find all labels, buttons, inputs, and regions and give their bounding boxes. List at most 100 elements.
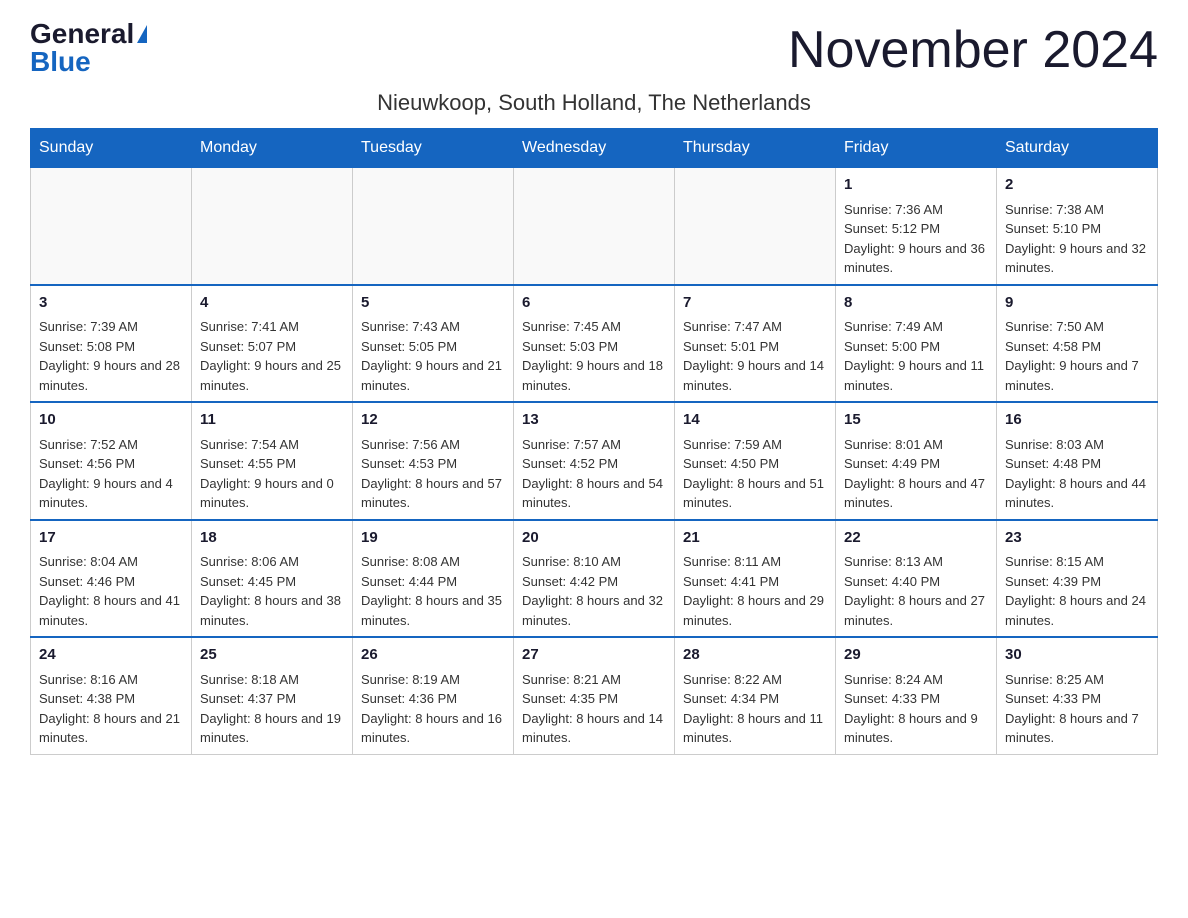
calendar-week-row: 3Sunrise: 7:39 AMSunset: 5:08 PMDaylight… (31, 285, 1158, 403)
daylight-text: Daylight: 9 hours and 14 minutes. (683, 358, 824, 393)
day-number: 14 (683, 409, 827, 432)
daylight-text: Daylight: 9 hours and 11 minutes. (844, 358, 984, 393)
sunrise-text: Sunrise: 8:24 AM (844, 672, 943, 687)
header-friday: Friday (836, 129, 997, 168)
daylight-text: Daylight: 8 hours and 38 minutes. (200, 593, 341, 628)
sunset-text: Sunset: 4:42 PM (522, 574, 618, 589)
sunrise-text: Sunrise: 8:10 AM (522, 554, 621, 569)
logo-blue: Blue (30, 48, 91, 76)
day-number: 27 (522, 644, 666, 667)
daylight-text: Daylight: 8 hours and 57 minutes. (361, 476, 502, 511)
sunset-text: Sunset: 5:12 PM (844, 221, 940, 236)
day-number: 18 (200, 527, 344, 550)
day-number: 10 (39, 409, 183, 432)
month-year-title: November 2024 (788, 20, 1158, 80)
calendar-day-cell: 15 Sunrise: 8:01 AM Sunset: 4:49 PM Dayligh… (836, 402, 997, 520)
day-number: 28 (683, 644, 827, 667)
sunset-text: Sunset: 5:01 PM (683, 339, 779, 354)
calendar-day-cell (675, 168, 836, 285)
header-sunday: Sunday (31, 129, 192, 168)
sunset-text: Sunset: 5:10 PM (1005, 221, 1101, 236)
daylight-text: Daylight: 9 hours and 28 minutes. (39, 358, 180, 393)
daylight-text: Daylight: 8 hours and 54 minutes. (522, 476, 663, 511)
sunset-text: Sunset: 4:46 PM (39, 574, 135, 589)
calendar-day-cell: 16Sunrise: 8:03 AMSunset: 4:48 PMDayligh… (997, 402, 1158, 520)
sunrise-text: Sunrise: 7:59 AM (683, 437, 782, 452)
daylight-text: Daylight: 8 hours and 32 minutes. (522, 593, 663, 628)
calendar-day-cell (31, 168, 192, 285)
sunrise-text: Sunrise: 8:16 AM (39, 672, 138, 687)
calendar-day-cell: 6Sunrise: 7:45 AMSunset: 5:03 PMDaylight… (514, 285, 675, 403)
daylight-text: Daylight: 9 hours and 21 minutes. (361, 358, 502, 393)
sunrise-text: Sunrise: 8:03 AM (1005, 437, 1104, 452)
calendar-day-cell: 18Sunrise: 8:06 AMSunset: 4:45 PMDayligh… (192, 520, 353, 638)
sunset-text: Sunset: 4:33 PM (1005, 691, 1101, 706)
day-number: 4 (200, 292, 344, 315)
sunrise-text: Sunrise: 7:49 AM (844, 319, 943, 334)
sunset-text: Sunset: 4:49 PM (844, 456, 940, 471)
calendar-day-cell: 7Sunrise: 7:47 AMSunset: 5:01 PMDaylight… (675, 285, 836, 403)
sunset-text: Sunset: 4:44 PM (361, 574, 457, 589)
header-wednesday: Wednesday (514, 129, 675, 168)
sunset-text: Sunset: 4:45 PM (200, 574, 296, 589)
logo-triangle-icon (137, 25, 147, 43)
day-number: 26 (361, 644, 505, 667)
calendar-week-row: 24Sunrise: 8:16 AMSunset: 4:38 PMDayligh… (31, 637, 1158, 754)
day-number: 20 (522, 527, 666, 550)
sunrise-text: Sunrise: 8:01 AM (844, 437, 943, 452)
daylight-text: Daylight: 8 hours and 29 minutes. (683, 593, 824, 628)
sunrise-text: Sunrise: 7:54 AM (200, 437, 299, 452)
calendar-day-cell: 14Sunrise: 7:59 AMSunset: 4:50 PMDayligh… (675, 402, 836, 520)
sunrise-text: Sunrise: 7:39 AM (39, 319, 138, 334)
sunrise-text: Sunrise: 8:13 AM (844, 554, 943, 569)
sunrise-text: Sunrise: 7:56 AM (361, 437, 460, 452)
sunset-text: Sunset: 4:34 PM (683, 691, 779, 706)
sunrise-text: Sunrise: 8:25 AM (1005, 672, 1104, 687)
calendar-week-row: 17Sunrise: 8:04 AMSunset: 4:46 PMDayligh… (31, 520, 1158, 638)
location-subtitle: Nieuwkoop, South Holland, The Netherland… (30, 90, 1158, 116)
calendar-day-cell: 1Sunrise: 7:36 AMSunset: 5:12 PMDaylight… (836, 168, 997, 285)
sunset-text: Sunset: 4:39 PM (1005, 574, 1101, 589)
calendar-day-cell: 19Sunrise: 8:08 AMSunset: 4:44 PMDayligh… (353, 520, 514, 638)
calendar-day-cell (353, 168, 514, 285)
calendar-day-cell (192, 168, 353, 285)
calendar-day-cell: 20 Sunrise: 8:10 AM Sunset: 4:42 PM Dayligh… (514, 520, 675, 638)
logo: General Blue (30, 20, 147, 76)
day-number: 30 (1005, 644, 1149, 667)
header-monday: Monday (192, 129, 353, 168)
sunset-text: Sunset: 4:56 PM (39, 456, 135, 471)
day-number: 22 (844, 527, 988, 550)
day-number: 5 (361, 292, 505, 315)
sunset-text: Sunset: 4:58 PM (1005, 339, 1101, 354)
calendar-day-cell: 29Sunrise: 8:24 AMSunset: 4:33 PMDayligh… (836, 637, 997, 754)
daylight-text: Daylight: 8 hours and 24 minutes. (1005, 593, 1146, 628)
sunset-text: Sunset: 5:00 PM (844, 339, 940, 354)
day-number: 12 (361, 409, 505, 432)
daylight-text: Daylight: 8 hours and 41 minutes. (39, 593, 180, 628)
sunrise-text: Sunrise: 8:19 AM (361, 672, 460, 687)
calendar-day-cell: 13Sunrise: 7:57 AMSunset: 4:52 PMDayligh… (514, 402, 675, 520)
calendar-day-cell: 22Sunrise: 8:13 AMSunset: 4:40 PMDayligh… (836, 520, 997, 638)
sunrise-text: Sunrise: 7:36 AM (844, 202, 943, 217)
daylight-text: Daylight: 8 hours and 47 minutes. (844, 476, 985, 511)
sunset-text: Sunset: 4:53 PM (361, 456, 457, 471)
day-number: 15 (844, 409, 988, 432)
sunrise-text: Sunrise: 8:22 AM (683, 672, 782, 687)
calendar-day-cell: 5Sunrise: 7:43 AMSunset: 5:05 PMDaylight… (353, 285, 514, 403)
calendar-day-cell: 21Sunrise: 8:11 AMSunset: 4:41 PMDayligh… (675, 520, 836, 638)
header-thursday: Thursday (675, 129, 836, 168)
sunrise-text: Sunrise: 8:21 AM (522, 672, 621, 687)
day-number: 3 (39, 292, 183, 315)
calendar-day-cell: 24Sunrise: 8:16 AMSunset: 4:38 PMDayligh… (31, 637, 192, 754)
calendar-day-cell: 3Sunrise: 7:39 AMSunset: 5:08 PMDaylight… (31, 285, 192, 403)
calendar-day-cell: 17Sunrise: 8:04 AMSunset: 4:46 PMDayligh… (31, 520, 192, 638)
day-number: 13 (522, 409, 666, 432)
header-saturday: Saturday (997, 129, 1158, 168)
daylight-text: Daylight: 8 hours and 35 minutes. (361, 593, 502, 628)
sunrise-text: Sunrise: 7:38 AM (1005, 202, 1104, 217)
calendar-day-cell: 26Sunrise: 8:19 AMSunset: 4:36 PMDayligh… (353, 637, 514, 754)
day-number: 17 (39, 527, 183, 550)
day-number: 16 (1005, 409, 1149, 432)
day-number: 9 (1005, 292, 1149, 315)
daylight-text: Daylight: 9 hours and 7 minutes. (1005, 358, 1139, 393)
